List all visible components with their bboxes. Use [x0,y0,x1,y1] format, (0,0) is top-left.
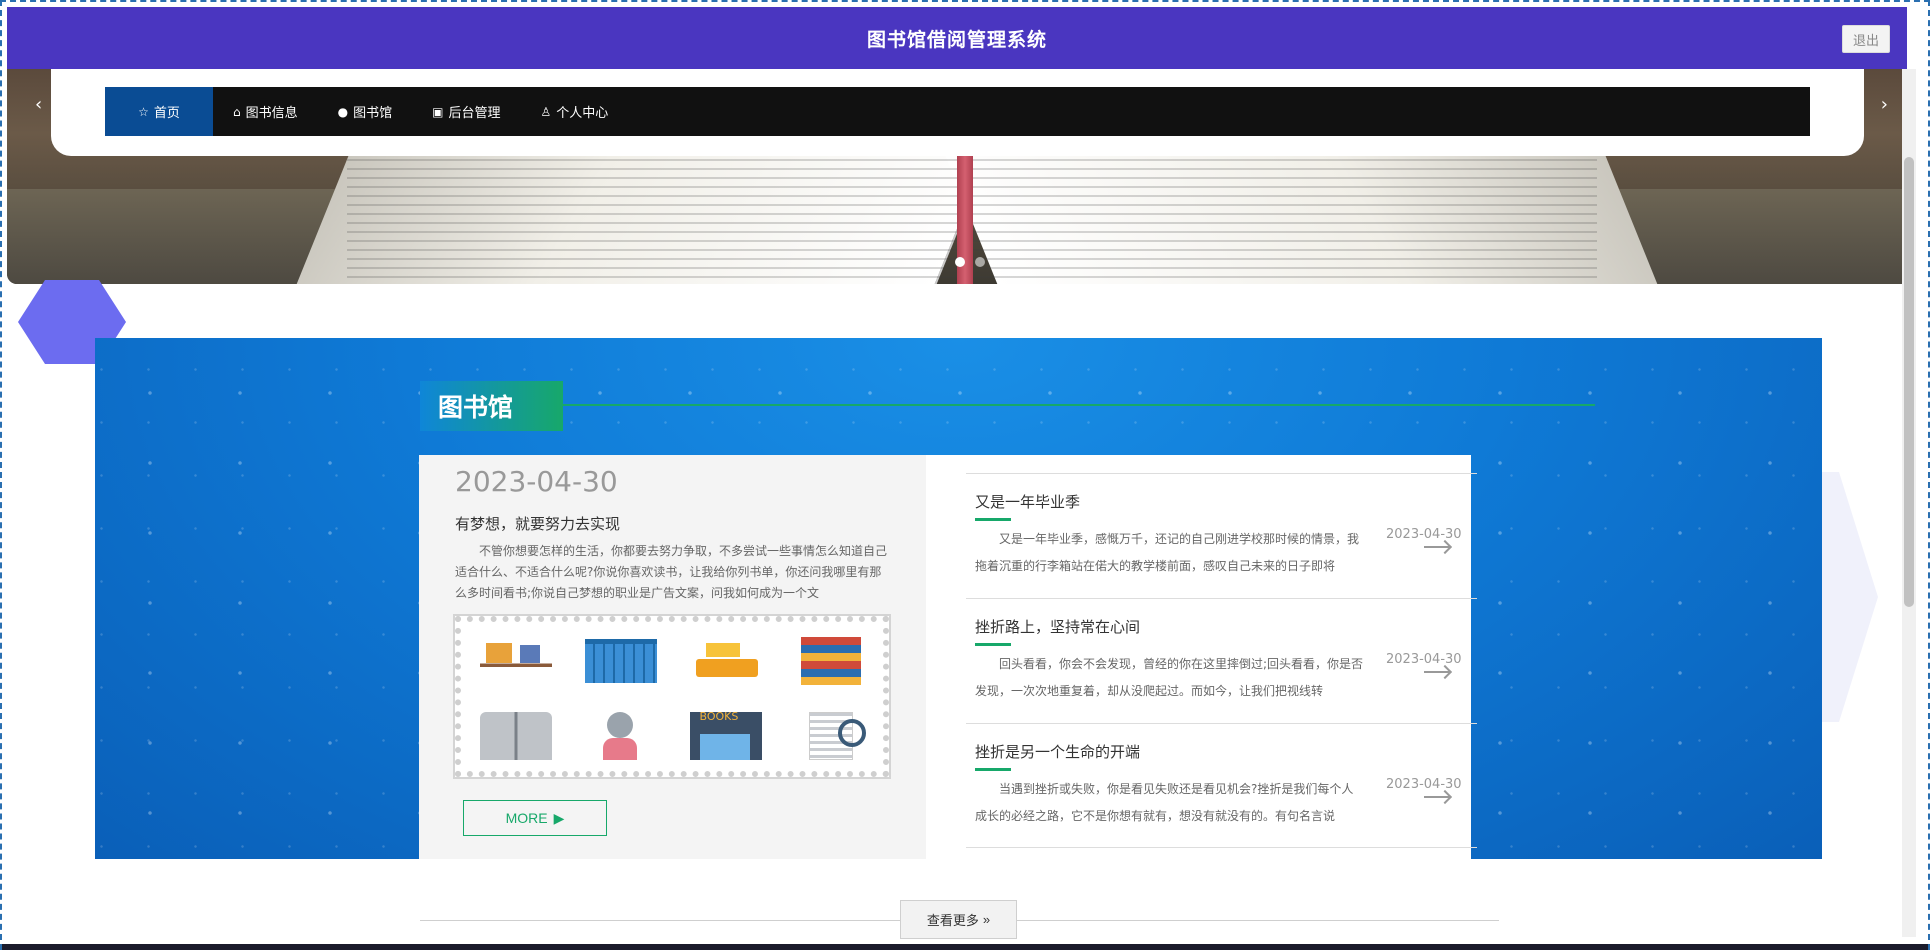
main-nav: ☆ 首页 ⌂ 图书信息 ● 图书馆 ▣ 后台管理 ♙ 个人中心 [105,87,1810,136]
top-header: 图书馆借阅管理系统 退出 [7,7,1907,69]
banner-prev-icon[interactable]: ‹ [35,94,42,115]
more-button-label: MORE [505,810,548,826]
magnifier-illustration [808,711,866,760]
library-section: 图书馆 2023-04-30 有梦想，就要努力去实现 不管你想要怎样的生活，你都… [95,338,1822,859]
nav-item-label: 首页 [153,106,180,121]
nav-item-library[interactable]: ● 图书馆 [318,87,413,136]
briefcase-icon: ▣ [432,104,444,119]
news-title[interactable]: 挫折是另一个生命的开端 [975,741,1140,762]
nav-item-label: 个人中心 [556,106,609,121]
nav-card: ☆ 首页 ⌂ 图书信息 ● 图书馆 ▣ 后台管理 ♙ 个人中心 [51,69,1864,156]
nav-item-label: 后台管理 [448,106,501,121]
bookstore-illustration [689,710,762,760]
os-taskbar [2,944,1928,950]
nav-item-label: 图书信息 [245,106,298,121]
logout-button[interactable]: 退出 [1842,25,1890,53]
featured-image [453,614,891,779]
star-icon: ☆ [138,104,149,119]
news-body: 回头看看，你会不会发现，曾经的你在这里摔倒过;回头看看，你是否发现，一次次地重复… [975,657,1364,698]
featured-article[interactable]: 2023-04-30 有梦想，就要努力去实现 不管你想要怎样的生活，你都要去努力… [419,455,926,859]
page: ‹ › 图书馆借阅管理系统 退出 ☆ 首页 ⌂ 图书信息 ● 图书馆 ▣ 后台管… [0,0,1930,950]
banner-dot-2[interactable] [975,257,985,267]
play-icon: ▶ [553,809,565,826]
scrollbar-thumb[interactable] [1904,157,1914,607]
featured-body: 不管你想要怎样的生活，你都要去努力争取，不多尝试一些事情怎么知道自己适合什么、不… [455,544,888,600]
info-icon: ● [337,104,349,119]
news-title-underline [975,768,1011,771]
banner-next-icon[interactable]: › [1881,94,1888,115]
news-item[interactable]: 挫折路上，坚持常在心间 回头看看，你会不会发现，曾经的你在这里摔倒过;回头看看，… [966,598,1477,723]
page-scrollbar[interactable] [1902,69,1916,937]
featured-date: 2023-04-30 [455,465,618,498]
illustration-grid [473,628,873,768]
news-body: 当遇到挫折或失败，你是看见失败还是看见机会?挫折是我们每个人成长的必经之路，它不… [975,782,1354,823]
banner-dots [955,257,985,267]
banner-dot-1[interactable] [955,257,965,267]
arrow-right-icon[interactable] [1424,667,1452,677]
news-title[interactable]: 又是一年毕业季 [975,491,1080,512]
view-more-label: 查看更多 [926,913,979,928]
more-button[interactable]: MORE ▶ [463,800,607,836]
view-more-button[interactable]: 查看更多 » [900,900,1017,939]
double-chevron-right-icon: » [982,912,991,927]
book-stack-illustration [800,636,861,685]
arrow-right-icon[interactable] [1424,792,1452,802]
section-title: 图书馆 [420,381,563,431]
nav-item-label: 图书馆 [353,106,393,121]
card-catalog-illustration [690,637,762,685]
news-item[interactable]: 又是一年毕业季 又是一年毕业季，感慨万千，还记的自己刚进学校那时候的情景，我拖着… [966,473,1477,598]
news-title-underline [975,643,1011,646]
bag-icon: ⌂ [233,104,241,119]
desk-illustration [479,636,552,685]
featured-title[interactable]: 有梦想，就要努力去实现 [455,513,620,534]
news-date: 2023-04-30 [1386,652,1462,667]
news-title-underline [975,518,1011,521]
open-book-illustration [479,711,552,760]
news-panel: 又是一年毕业季 又是一年毕业季，感慨万千，还记的自己刚进学校那时候的情景，我拖着… [926,455,1477,859]
news-body: 又是一年毕业季，感慨万千，还记的自己刚进学校那时候的情景，我拖着沉重的行李箱站在… [975,532,1360,573]
news-list: 又是一年毕业季 又是一年毕业季，感慨万千，还记的自己刚进学校那时候的情景，我拖着… [966,473,1477,848]
librarian-illustration [585,711,657,760]
nav-item-admin[interactable]: ▣ 后台管理 [412,87,520,136]
news-date: 2023-04-30 [1386,777,1462,792]
nav-item-home[interactable]: ☆ 首页 [105,87,213,136]
news-title[interactable]: 挫折路上，坚持常在心间 [975,616,1140,637]
nav-item-book-info[interactable]: ⌂ 图书信息 [213,87,318,136]
nav-item-profile[interactable]: ♙ 个人中心 [521,87,629,136]
bookshelf-illustration [584,638,657,683]
section-title-divider [563,404,1595,406]
user-icon: ♙ [540,104,552,119]
arrow-right-icon[interactable] [1424,542,1452,552]
news-item[interactable]: 挫折是另一个生命的开端 当遇到挫折或失败，你是看见失败还是看见机会?挫折是我们每… [966,723,1477,848]
site-title: 图书馆借阅管理系统 [866,28,1047,51]
news-date: 2023-04-30 [1386,527,1462,542]
